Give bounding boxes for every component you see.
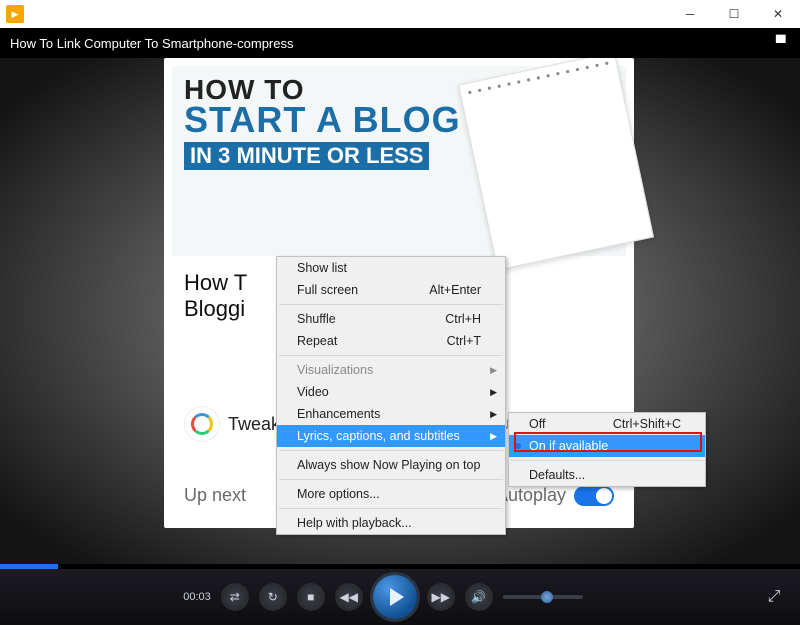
media-title: How To Link Computer To Smartphone-compr… bbox=[10, 36, 293, 51]
maximize-button[interactable]: ☐ bbox=[712, 0, 756, 28]
video-subtitle: How T Bloggi bbox=[184, 270, 247, 322]
submenu-item[interactable]: On if available bbox=[509, 435, 705, 457]
autoplay-toggle bbox=[574, 486, 614, 506]
menu-item[interactable]: ShuffleCtrl+H bbox=[277, 308, 505, 330]
notepad-graphic bbox=[458, 58, 654, 271]
channel-avatar bbox=[184, 406, 220, 442]
switch-view-icon[interactable]: ▝▘ bbox=[770, 35, 790, 52]
submenu-item[interactable]: OffCtrl+Shift+C bbox=[509, 413, 705, 435]
video-text-banner: IN 3 MINUTE OR LESS bbox=[184, 142, 429, 170]
stop-button[interactable]: ■ bbox=[297, 583, 325, 611]
submenu-item[interactable]: Defaults... bbox=[509, 464, 705, 486]
menu-item[interactable]: Full screenAlt+Enter bbox=[277, 279, 505, 301]
autoplay-label: Autoplay bbox=[496, 485, 566, 506]
close-button[interactable]: ✕ bbox=[756, 0, 800, 28]
volume-slider[interactable] bbox=[503, 595, 583, 599]
shuffle-button[interactable]: ⇄ bbox=[221, 583, 249, 611]
fullscreen-button[interactable]: ⤢ bbox=[762, 585, 786, 609]
menu-item[interactable]: Help with playback... bbox=[277, 512, 505, 534]
now-playing-bar: How To Link Computer To Smartphone-compr… bbox=[0, 28, 800, 58]
menu-item[interactable]: Always show Now Playing on top bbox=[277, 454, 505, 476]
menu-item[interactable]: Lyrics, captions, and subtitles▶ bbox=[277, 425, 505, 447]
play-button[interactable] bbox=[373, 575, 417, 619]
video-stage: HOW TO START A BLOG IN 3 MINUTE OR LESS … bbox=[0, 58, 800, 564]
menu-item[interactable]: Enhancements▶ bbox=[277, 403, 505, 425]
time-elapsed: 00:03 bbox=[183, 591, 211, 603]
menu-item[interactable]: More options... bbox=[277, 483, 505, 505]
repeat-button[interactable]: ↻ bbox=[259, 583, 287, 611]
forward-button[interactable]: ▶▶ bbox=[427, 583, 455, 611]
mute-button[interactable]: 🔊 bbox=[465, 583, 493, 611]
rewind-button[interactable]: ◀◀ bbox=[335, 583, 363, 611]
player-controls: 00:03 ⇄ ↻ ■ ◀◀ ▶▶ 🔊 ⤢ bbox=[0, 569, 800, 625]
titlebar: ▶ ️─ ☐ ✕ bbox=[0, 0, 800, 28]
menu-item[interactable]: RepeatCtrl+T bbox=[277, 330, 505, 352]
minimize-button[interactable]: ️─ bbox=[668, 0, 712, 28]
upnext-label: Up next bbox=[184, 485, 246, 506]
menu-item[interactable]: Show list bbox=[277, 257, 505, 279]
context-menu[interactable]: Show listFull screenAlt+Enter ShuffleCtrl… bbox=[276, 256, 506, 535]
menu-item[interactable]: Video▶ bbox=[277, 381, 505, 403]
lyrics-submenu[interactable]: OffCtrl+Shift+COn if available Defaults..… bbox=[508, 412, 706, 487]
menu-item: Visualizations▶ bbox=[277, 359, 505, 381]
app-icon: ▶ bbox=[6, 5, 24, 23]
